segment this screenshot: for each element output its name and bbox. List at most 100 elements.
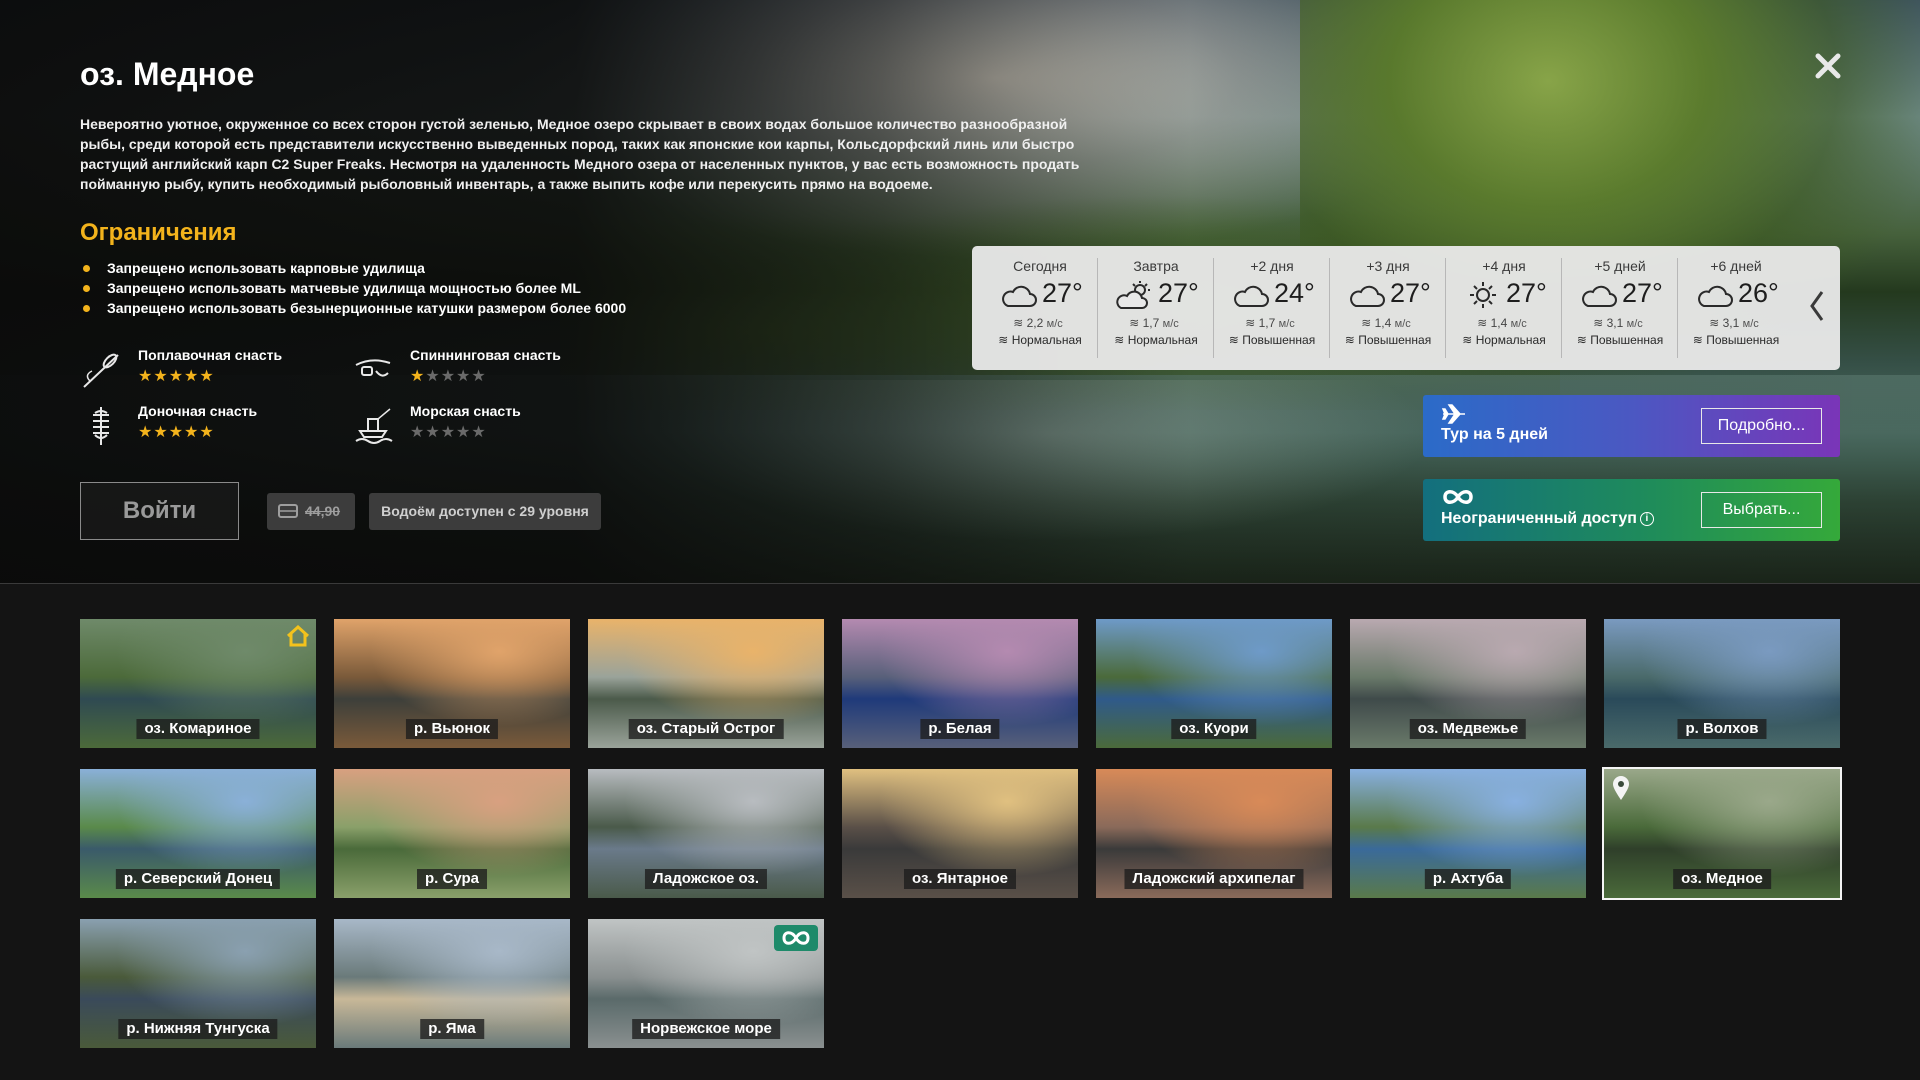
enter-button[interactable]: Войти — [80, 482, 239, 540]
bullet-icon — [83, 305, 90, 312]
location-tile[interactable]: р. Северский Донец — [80, 769, 316, 898]
location-tile[interactable]: р. Вьюнок — [334, 619, 570, 748]
unlimited-promo: Неограниченный доступ i Выбрать... — [1423, 479, 1840, 541]
location-tile[interactable]: р. Нижняя Тунгуска — [80, 919, 316, 1048]
location-name: р. Северский Донец — [115, 869, 281, 889]
tackle-rating: ★★★★★ — [410, 422, 487, 442]
location-tile[interactable]: оз. Медвежье — [1350, 619, 1586, 748]
tour-label: Тур на 5 дней — [1441, 426, 1548, 443]
location-tile[interactable]: Норвежское море — [588, 919, 824, 1048]
bottom-rod-icon — [93, 407, 109, 445]
star-empty-icon: ★ — [425, 368, 441, 385]
spinning-rod-icon — [355, 359, 391, 377]
infinity-icon — [1443, 490, 1473, 504]
restrictions-list: Запрещено использовать карповые удилища … — [80, 258, 626, 318]
location-tile[interactable]: Ладожское оз. — [588, 769, 824, 898]
location-tile[interactable]: оз. Старый Острог — [588, 619, 824, 748]
location-name: р. Сура — [417, 869, 487, 889]
cloud-icon — [1234, 285, 1269, 307]
location-tile[interactable]: оз. Куори — [1096, 619, 1332, 748]
weather-wind: ≋ 1,7 м/с — [1245, 316, 1295, 330]
price-badge: 44,90 — [267, 493, 355, 530]
location-name: Норвежское море — [632, 1019, 780, 1039]
pressure-icon: ≋ — [1692, 333, 1703, 347]
location-tile[interactable]: р. Яма — [334, 919, 570, 1048]
tackle-sea: Морская снасть ★★★★★ — [352, 403, 612, 451]
location-tile[interactable]: Ладожский архипелаг — [1096, 769, 1332, 898]
location-tile[interactable]: р. Белая — [842, 619, 1078, 748]
restriction-text: Запрещено использовать карповые удилища — [107, 260, 425, 276]
weather-wind: ≋ 1,4 м/с — [1477, 316, 1527, 330]
pressure-icon: ≋ — [1344, 333, 1355, 347]
star-filled-icon: ★ — [153, 368, 169, 385]
weather-temperature: 26° — [1738, 278, 1779, 308]
weather-day-name: +4 дня — [1482, 258, 1526, 274]
location-name: р. Яма — [420, 1019, 484, 1039]
star-empty-icon: ★ — [440, 368, 457, 385]
restriction-text: Запрещено использовать матчевые удилища … — [107, 280, 581, 296]
tour-details-button[interactable]: Подробно... — [1701, 408, 1822, 444]
location-tile[interactable]: оз. Комариное — [80, 619, 316, 748]
close-icon — [1815, 53, 1841, 79]
unlimited-select-button[interactable]: Выбрать... — [1701, 492, 1822, 528]
star-filled-icon: ★ — [184, 424, 200, 441]
location-name: Ладожское оз. — [644, 869, 768, 889]
pin-icon — [1613, 776, 1629, 800]
star-empty-icon: ★ — [410, 424, 426, 441]
weather-day: Завтра 27° ≋ 1,7 м/с ≋ Нормальная — [1098, 258, 1214, 358]
location-name: Ладожский архипелаг — [1124, 869, 1304, 889]
weather-forecast: Сегодня 27° ≋ 2,2 м/с ≋ Нормальная Завтра 27°… — [972, 246, 1840, 370]
weather-day: +6 дней 26° ≋ 3,1 м/с ≋ Повышенная — [1678, 258, 1794, 358]
weather-pressure: ≋ Нормальная — [1462, 333, 1546, 347]
location-tile[interactable]: р. Сура — [334, 769, 570, 898]
weather-pressure: ≋ Повышенная — [1344, 333, 1432, 347]
weather-pressure: ≋ Повышенная — [1228, 333, 1316, 347]
weather-day-name: +2 дня — [1250, 258, 1294, 274]
cloud-icon — [1350, 285, 1385, 307]
restriction-item: Запрещено использовать безынерционные ка… — [80, 298, 626, 318]
close-button[interactable] — [1810, 48, 1846, 84]
page-title: оз. Медное — [80, 56, 255, 92]
location-tile[interactable]: оз. Янтарное — [842, 769, 1078, 898]
weather-temperature: 27° — [1158, 278, 1199, 308]
restriction-item: Запрещено использовать карповые удилища — [80, 258, 626, 278]
star-filled-icon: ★ — [168, 368, 185, 385]
weather-temperature: 27° — [1390, 278, 1431, 308]
location-name: р. Волхов — [1677, 719, 1767, 739]
tackle-spinning: Спиннинговая снасть ★★★★★ — [352, 347, 612, 395]
weather-day-name: Завтра — [1133, 258, 1179, 274]
ticket-icon — [278, 504, 298, 518]
pressure-icon: ≋ — [1576, 333, 1587, 347]
tackle-name: Морская снасть — [410, 403, 521, 419]
star-empty-icon: ★ — [425, 424, 441, 441]
location-name: р. Вьюнок — [405, 719, 499, 739]
location-tile[interactable]: р. Волхов — [1604, 619, 1840, 748]
weather-day: +5 дней 27° ≋ 3,1 м/с ≋ Повышенная — [1562, 258, 1678, 358]
weather-pressure: ≋ Повышенная — [1576, 333, 1664, 347]
wind-icon: ≋ — [1129, 316, 1140, 330]
star-filled-icon: ★ — [168, 424, 185, 441]
sun-cloud-icon — [1116, 281, 1150, 309]
weather-day-name: +5 дней — [1594, 258, 1646, 274]
location-name: р. Нижняя Тунгуска — [118, 1019, 278, 1039]
tackle-name: Поплавочная снасть — [138, 347, 283, 363]
home-icon — [286, 625, 310, 647]
weather-day-name: +3 дня — [1366, 258, 1410, 274]
weather-pressure: ≋ Повышенная — [1692, 333, 1780, 347]
star-empty-icon: ★ — [471, 368, 487, 385]
location-tile[interactable]: р. Ахтуба — [1350, 769, 1586, 898]
weather-day-name: Сегодня — [1013, 258, 1067, 274]
tackle-bottom: Доночная снасть ★★★★★ — [80, 403, 340, 451]
location-name: оз. Комариное — [136, 719, 260, 739]
weather-pressure: ≋ Нормальная — [1114, 333, 1198, 347]
wind-icon: ≋ — [1477, 316, 1488, 330]
info-icon[interactable]: i — [1639, 512, 1654, 526]
chevron-left-icon[interactable] — [1806, 288, 1828, 324]
pressure-icon: ≋ — [998, 333, 1009, 347]
weather-temperature: 24° — [1274, 278, 1315, 308]
wind-icon: ≋ — [1245, 316, 1256, 330]
star-empty-icon: ★ — [440, 424, 457, 441]
cloud-icon — [1002, 285, 1037, 307]
star-filled-icon: ★ — [138, 424, 154, 441]
location-tile[interactable]: оз. Медное — [1602, 767, 1842, 900]
